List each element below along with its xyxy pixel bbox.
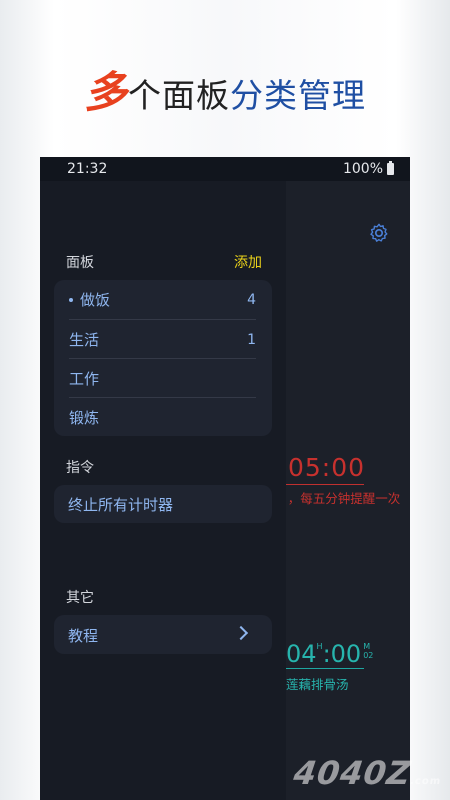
headline-part2: 分类管理 xyxy=(230,76,366,115)
gear-icon[interactable] xyxy=(368,222,390,244)
timer-2-minutes: :00 xyxy=(322,640,362,668)
add-board-button[interactable]: 添加 xyxy=(234,252,262,272)
board-item-count: 1 xyxy=(247,331,256,348)
board-item-name: 生活 xyxy=(69,331,100,349)
tutorial-button[interactable]: 教程 xyxy=(54,615,272,654)
headline-part1: 个面板 xyxy=(128,76,230,115)
board-item-name: 工作 xyxy=(69,370,100,388)
board-list: 做饭 4 生活 1 工作 锻炼 xyxy=(54,280,272,436)
timer-2-minute-label: M 02 xyxy=(363,642,373,660)
board-item-name: 做饭 xyxy=(80,291,111,309)
stop-all-timers-button[interactable]: 终止所有计时器 xyxy=(54,485,272,523)
status-bar: 21:32 100% xyxy=(40,157,410,181)
timer-1-divider xyxy=(286,484,364,485)
board-item-cooking[interactable]: 做饭 4 xyxy=(69,280,256,319)
board-item-count: 4 xyxy=(247,291,256,308)
status-battery: 100% xyxy=(343,161,394,177)
commands-section-title: 指令 xyxy=(66,460,94,476)
board-item-exercise[interactable]: 锻炼 xyxy=(69,397,256,437)
board-item-name: 锻炼 xyxy=(69,409,100,427)
boards-section-title: 面板 xyxy=(66,255,94,271)
watermark-sub: .com xyxy=(409,776,442,787)
board-item-life[interactable]: 生活 1 xyxy=(69,319,256,359)
navigation-drawer: 面板 添加 做饭 4 生活 1 工作 锻炼 指令 终止所有计时器 其它 教程 xyxy=(40,181,286,800)
phone-screen: 21:32 100% 05:00 ，每五分钟提醒一次 04 H :00 M 02… xyxy=(40,157,410,800)
promo-headline: 多个面板分类管理 xyxy=(0,58,450,120)
tutorial-label: 教程 xyxy=(68,627,99,645)
timer-2-description: 莲藕排骨汤 xyxy=(286,677,349,692)
timer-2-display: 04 H :00 M 02 xyxy=(286,640,373,668)
timer-2-minute-unit: M xyxy=(363,642,371,651)
status-time: 21:32 xyxy=(67,161,108,177)
headline-emphasis: 多 xyxy=(84,68,128,118)
timer-2-hours: 04 xyxy=(286,640,317,668)
watermark-text: 4040Z xyxy=(291,754,414,792)
timer-2-divider xyxy=(286,668,364,669)
timer-1-description: ，每五分钟提醒一次 xyxy=(287,491,401,506)
battery-icon xyxy=(387,161,394,175)
other-section-title: 其它 xyxy=(66,590,94,606)
watermark-logo: 4040Z.com xyxy=(291,754,445,792)
stop-all-label: 终止所有计时器 xyxy=(68,496,174,514)
chevron-right-icon xyxy=(233,625,249,641)
board-item-work[interactable]: 工作 xyxy=(69,358,256,398)
timer-2-minute-sub: 02 xyxy=(363,651,374,660)
timer-1-display: 05:00 xyxy=(288,453,366,482)
selected-dot-icon xyxy=(69,297,73,302)
battery-level: 100% xyxy=(342,161,383,177)
